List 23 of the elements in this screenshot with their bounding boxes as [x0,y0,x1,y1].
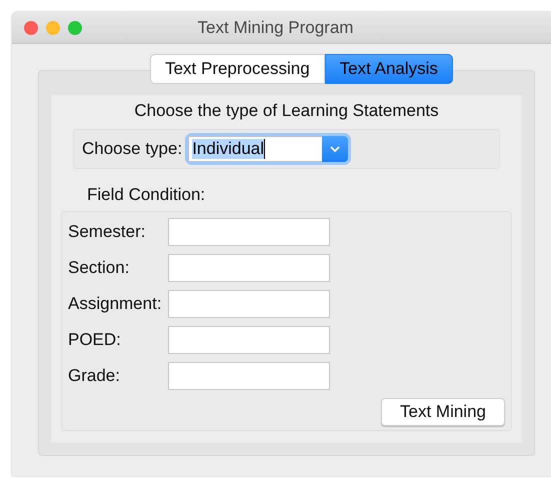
field-label: Grade: [68,366,121,386]
field-label: POED: [68,330,122,350]
zoom-button[interactable] [68,20,82,34]
text-mining-button[interactable]: Text Mining [381,398,505,426]
window-title: Text Mining Program [198,18,354,38]
chevron-icon [329,145,342,153]
input-field[interactable] [168,290,330,318]
close-button[interactable] [24,20,38,34]
field-label: Choose type: [82,139,182,159]
input-field[interactable] [168,254,330,282]
tab[interactable]: Text Preprocessing [150,54,325,84]
input-field[interactable] [168,326,330,354]
input-field[interactable] [168,218,330,246]
section-heading: Choose the type of Learning Statements [133,101,440,121]
minimize-button[interactable] [46,20,60,34]
tab[interactable]: Text Analysis [324,54,453,84]
field-label: Assignment: [68,294,162,314]
combo-value: Individual [192,139,264,159]
group-title: Field Condition: [87,185,206,205]
field-label: Section: [68,258,130,278]
field-label: Semester: [68,222,146,242]
dropdown-button[interactable] [322,136,348,162]
input-field[interactable] [168,362,330,390]
